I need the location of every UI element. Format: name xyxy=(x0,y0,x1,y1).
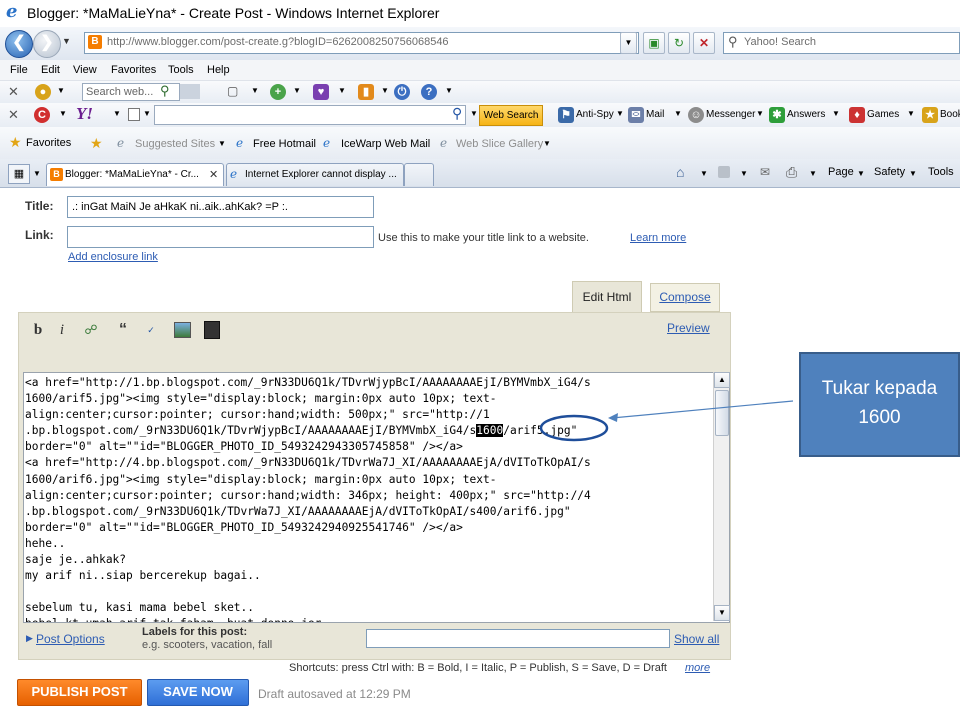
show-all-link[interactable]: Show all xyxy=(674,632,719,646)
highlight-ellipse xyxy=(539,414,609,442)
shortcuts-text: Shortcuts: press Ctrl with: B = Bold, I … xyxy=(289,662,667,674)
shortcuts-more-link[interactable]: more xyxy=(685,662,710,674)
callout-arrow-line xyxy=(611,400,794,419)
save-now-button[interactable]: SAVE NOW xyxy=(147,679,249,706)
autosave-status: Draft autosaved at 12:29 PM xyxy=(258,687,411,701)
annotation-callout: Tukar kepada 1600 xyxy=(799,352,960,457)
callout-arrow-head-icon xyxy=(608,413,618,422)
post-options-link[interactable]: Post Options xyxy=(36,632,105,646)
labels-title: Labels for this post: xyxy=(142,626,248,638)
publish-post-button[interactable]: PUBLISH POST xyxy=(17,679,142,706)
post-options-triangle-icon[interactable]: ▶ xyxy=(26,633,33,644)
callout-line-1: Tukar kepada xyxy=(821,378,938,399)
callout-line-2: 1600 xyxy=(858,407,901,428)
labels-input[interactable] xyxy=(366,629,670,648)
labels-hint: e.g. scooters, vacation, fall xyxy=(142,639,273,651)
